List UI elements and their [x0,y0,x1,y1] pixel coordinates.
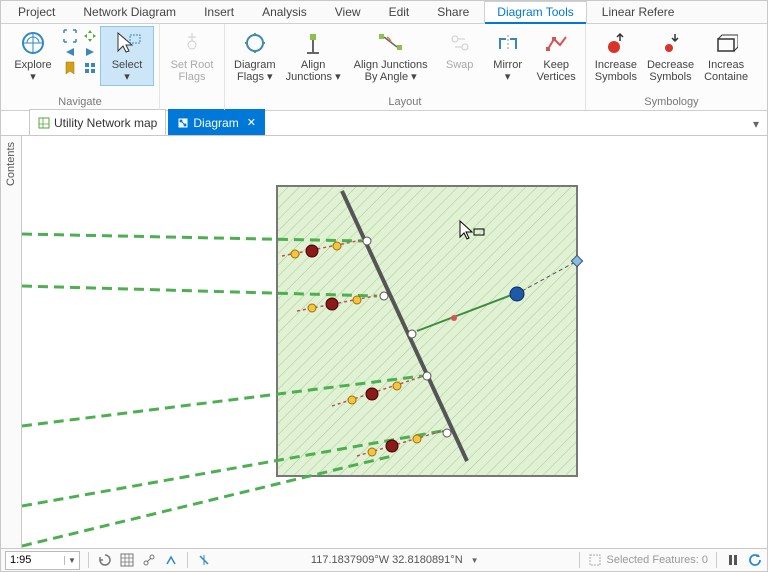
decrease-symbols-icon [659,29,683,57]
coords-menu-icon[interactable]: ▼ [471,556,479,565]
align-angle-label: Align Junctions By Angle ▾ [354,59,428,83]
mirror-button[interactable]: Mirror ▾ [484,26,532,86]
ribbon-tabstrip: Project Network Diagram Insert Analysis … [1,1,767,24]
diagram-flags-button[interactable]: Diagram Flags ▾ [229,26,281,86]
swap-icon [448,29,472,57]
tab-linear-ref[interactable]: Linear Refere [589,1,688,23]
align-junctions-icon [301,29,325,57]
group-navigate-label: Navigate [5,94,155,109]
document-tabs: Utility Network map Diagram ✕ ▾ [1,111,767,136]
increase-container-icon [714,29,738,57]
tab-menu-icon[interactable]: ▾ [745,113,767,135]
align-junctions-label: Align Junctions ▾ [286,59,341,83]
doc-tab-map[interactable]: Utility Network map [29,109,166,135]
diagram-flags-label: Diagram Flags ▾ [234,59,276,83]
tab-network-diagram[interactable]: Network Diagram [70,1,189,23]
snap-icon[interactable] [141,552,157,568]
grid-icon[interactable] [119,552,135,568]
tab-analysis[interactable]: Analysis [249,1,320,23]
tab-share[interactable]: Share [424,1,482,23]
scale-combo[interactable]: ▼ [5,551,80,570]
map-icon [38,117,50,129]
increase-symbols-icon [604,29,628,57]
dyn-con-icon[interactable] [163,552,179,568]
rotate-icon[interactable] [97,552,113,568]
zoom-full-icon[interactable] [62,28,78,44]
keep-vertices-button[interactable]: Keep Vertices [532,26,581,86]
bookmark-icon[interactable] [62,60,78,76]
refresh-icon[interactable] [747,552,763,568]
close-icon[interactable]: ✕ [247,116,256,129]
prev-extent-icon[interactable] [62,44,78,60]
tab-view[interactable]: View [322,1,374,23]
align-by-angle-button[interactable]: Align Junctions By Angle ▾ [346,26,436,86]
contents-panel-label: Contents [5,142,17,186]
set-root-flags-button: Set Root Flags [166,26,219,86]
diagram-flags-icon [243,29,267,57]
home-icon[interactable] [82,60,98,76]
diagram-icon [177,117,189,129]
ribbon: Explore ▾ [1,24,767,111]
map-canvas[interactable] [22,136,767,548]
status-bar: ▼ 117.1837909°W 32.8180891°N ▼ Selected … [1,548,767,571]
swap-label: Swap [446,59,474,71]
keep-vertices-label: Keep Vertices [537,59,576,83]
pause-icon[interactable] [725,552,741,568]
mirror-label: Mirror ▾ [493,59,522,83]
keep-vertices-icon [544,29,568,57]
doc-tab-diagram[interactable]: Diagram ✕ [168,109,265,135]
snap2-icon[interactable] [196,552,212,568]
decrease-symbols-label: Decrease Symbols [647,59,694,83]
mirror-icon [496,29,520,57]
align-junctions-button[interactable]: Align Junctions ▾ [281,26,346,86]
decrease-symbols-button[interactable]: Decrease Symbols [642,26,699,86]
increase-symbols-label: Increase Symbols [595,59,637,83]
explore-label: Explore ▾ [14,59,51,83]
explore-button[interactable]: Explore ▾ [6,26,60,86]
doc-tab-diagram-label: Diagram [193,116,238,130]
set-root-flags-label: Set Root Flags [171,59,214,83]
diagram-canvas [22,136,767,548]
select-button[interactable]: Select ▾ [100,26,154,86]
coordinates-label: 117.1837909°W 32.8180891°N [311,554,463,566]
next-extent-icon[interactable] [82,44,98,60]
chevron-down-icon[interactable]: ▼ [64,556,79,565]
tab-diagram-tools[interactable]: Diagram Tools [484,1,586,24]
contents-panel-collapsed[interactable]: Contents [1,136,22,548]
flag-icon [180,29,204,57]
increase-symbols-button[interactable]: Increase Symbols [590,26,642,86]
doc-tab-map-label: Utility Network map [54,116,157,130]
selection-icon [588,553,602,567]
increase-container-button[interactable]: Increas Containe [699,26,753,86]
select-label: Select ▾ [112,59,143,83]
group-symbology-label: Symbology [590,94,753,109]
nav-arrows-icon[interactable] [82,28,98,44]
tab-insert[interactable]: Insert [191,1,247,23]
align-angle-icon [377,29,405,57]
group-layout-label: Layout [229,94,581,109]
explore-icon [19,29,47,57]
tab-project[interactable]: Project [5,1,68,23]
scale-input[interactable] [6,553,64,567]
increase-container-label: Increas Containe [704,59,748,83]
selected-features-label: Selected Features: 0 [606,554,708,566]
select-icon [112,29,142,57]
tab-edit[interactable]: Edit [376,1,423,23]
swap-button: Swap [436,26,484,74]
